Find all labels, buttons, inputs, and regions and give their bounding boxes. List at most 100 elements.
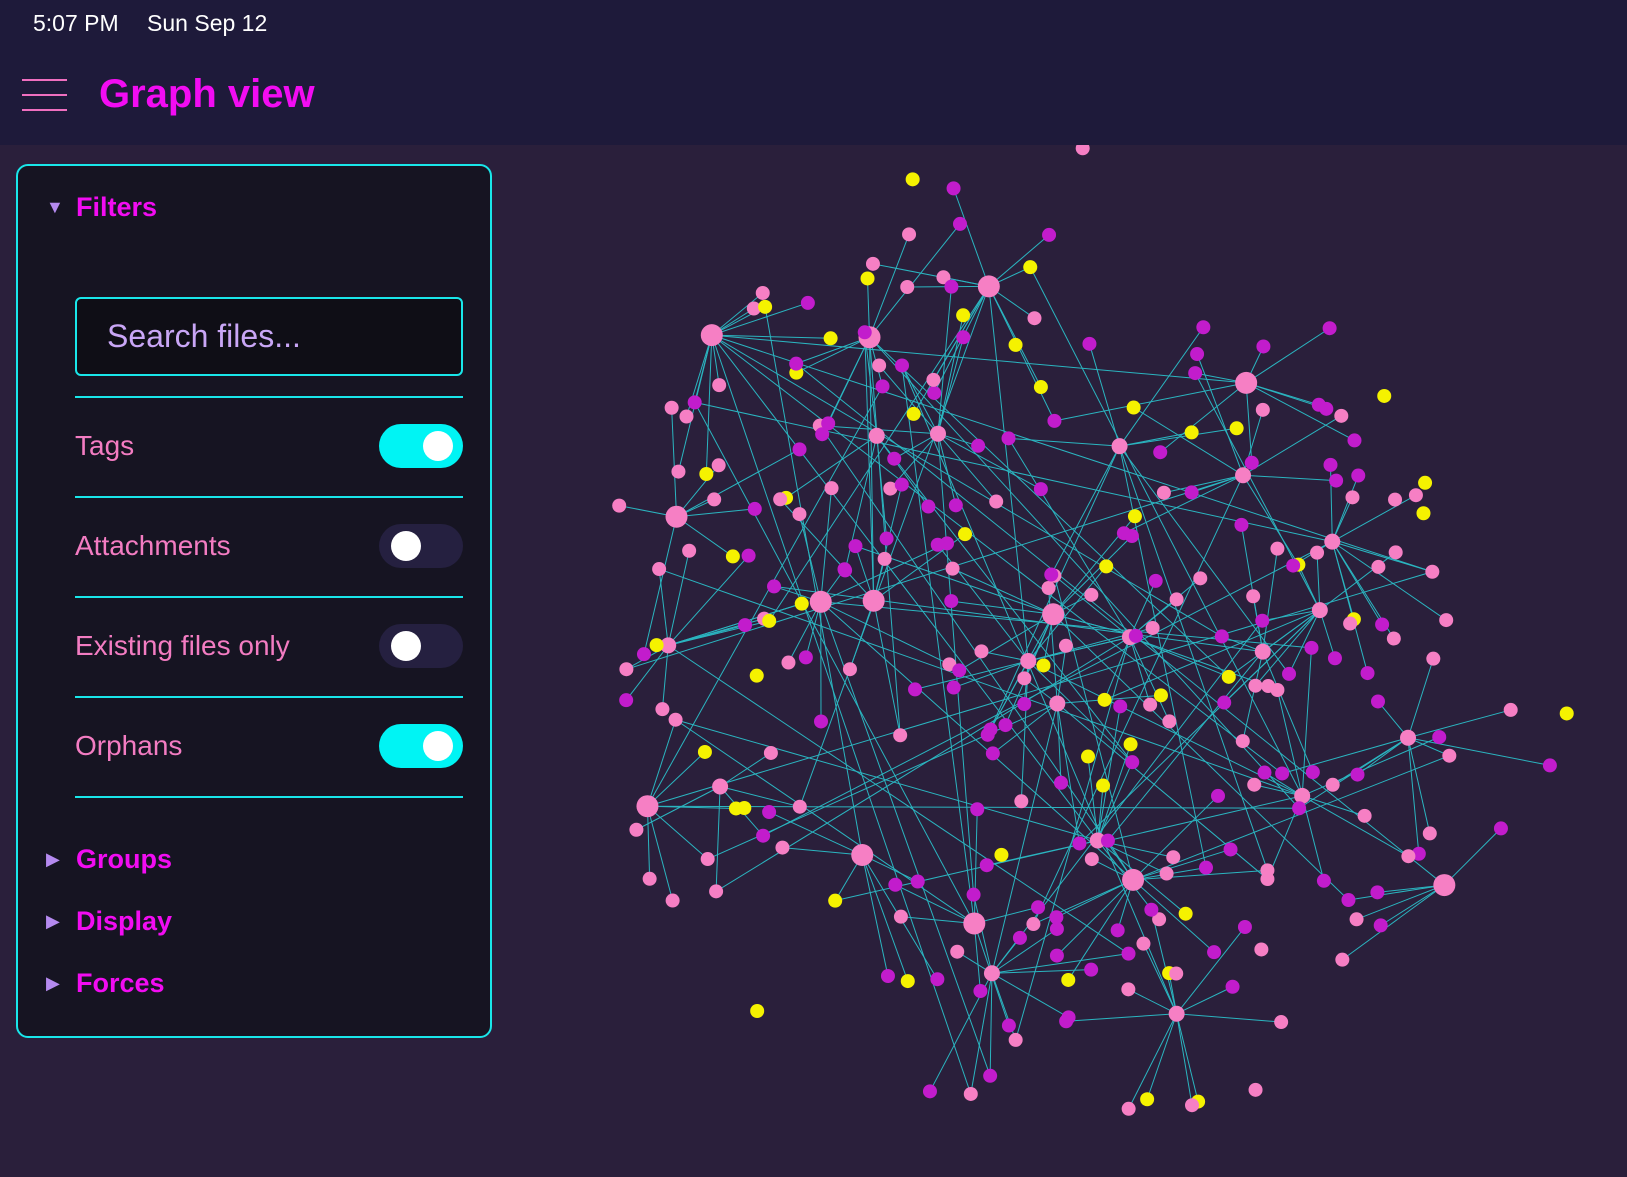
graph-node[interactable]	[1153, 688, 1168, 703]
graph-node[interactable]	[1020, 652, 1037, 669]
graph-node[interactable]	[1225, 979, 1240, 994]
graph-node[interactable]	[888, 877, 903, 892]
graph-node[interactable]	[922, 1084, 937, 1099]
graph-node[interactable]	[1325, 777, 1340, 792]
graph-node[interactable]	[798, 650, 813, 665]
graph-node[interactable]	[1159, 866, 1174, 881]
graph-node[interactable]	[1126, 400, 1141, 415]
graph-node[interactable]	[636, 795, 659, 818]
graph-node[interactable]	[756, 828, 771, 843]
graph-node[interactable]	[755, 285, 770, 300]
graph-node[interactable]	[1001, 1018, 1016, 1033]
graph-node[interactable]	[974, 644, 989, 659]
graph-node[interactable]	[1373, 918, 1388, 933]
graph-node[interactable]	[792, 799, 807, 814]
graph-node[interactable]	[1426, 651, 1441, 666]
graph-node[interactable]	[1127, 509, 1142, 524]
graph-node[interactable]	[1418, 475, 1433, 490]
graph-node[interactable]	[1294, 787, 1311, 804]
graph-node[interactable]	[1184, 485, 1199, 500]
graph-node[interactable]	[1140, 1092, 1155, 1107]
graph-node[interactable]	[1166, 850, 1181, 865]
graph-node[interactable]	[894, 477, 909, 492]
graph-node[interactable]	[895, 358, 910, 373]
graph-node[interactable]	[1042, 227, 1057, 242]
graph-node[interactable]	[1027, 311, 1042, 326]
graph-node[interactable]	[1493, 821, 1508, 836]
graph-node[interactable]	[1274, 1015, 1289, 1030]
graph-node[interactable]	[1305, 765, 1320, 780]
forces-section-header[interactable]: ▶ Forces	[46, 968, 165, 999]
graph-node[interactable]	[926, 372, 941, 387]
graph-node[interactable]	[1255, 402, 1270, 417]
graph-node[interactable]	[1162, 714, 1177, 729]
graph-node[interactable]	[872, 358, 887, 373]
graph-node[interactable]	[1310, 545, 1325, 560]
graph-node[interactable]	[865, 256, 880, 271]
graph-node[interactable]	[1388, 545, 1403, 560]
graph-node[interactable]	[1229, 421, 1244, 436]
graph-node[interactable]	[1084, 962, 1099, 977]
graph-node[interactable]	[1370, 885, 1385, 900]
graph-node[interactable]	[1001, 431, 1016, 446]
graph-node[interactable]	[930, 537, 945, 552]
graph-node[interactable]	[1334, 408, 1349, 423]
graph-node[interactable]	[697, 744, 712, 759]
graph-node[interactable]	[629, 822, 644, 837]
graph-node[interactable]	[1014, 794, 1029, 809]
graph-node[interactable]	[1053, 775, 1068, 790]
graph-node[interactable]	[699, 466, 714, 481]
graph-node[interactable]	[1335, 952, 1350, 967]
graph-node[interactable]	[1235, 734, 1250, 749]
graph-node[interactable]	[1316, 873, 1331, 888]
graph-node[interactable]	[655, 702, 670, 717]
graph-node[interactable]	[1169, 592, 1184, 607]
graph-node[interactable]	[1075, 145, 1090, 156]
graph-node[interactable]	[824, 481, 839, 496]
search-files-input[interactable]	[75, 297, 463, 376]
graph-node[interactable]	[828, 893, 843, 908]
graph-node[interactable]	[767, 579, 782, 594]
graph-node[interactable]	[1349, 912, 1364, 927]
graph-node[interactable]	[738, 618, 753, 633]
graph-node[interactable]	[1099, 559, 1114, 574]
graph-node[interactable]	[1116, 526, 1131, 541]
graph-node[interactable]	[971, 438, 986, 453]
graph-node[interactable]	[712, 378, 727, 393]
graph-node[interactable]	[983, 722, 998, 737]
graph-node[interactable]	[652, 562, 667, 577]
graph-node[interactable]	[1386, 631, 1401, 646]
graph-node[interactable]	[1371, 559, 1386, 574]
graph-node[interactable]	[668, 712, 683, 727]
graph-node[interactable]	[956, 308, 971, 323]
graph-node[interactable]	[1237, 920, 1252, 935]
graph-node[interactable]	[1061, 972, 1076, 987]
graph-node[interactable]	[977, 275, 1000, 298]
graph-node[interactable]	[763, 745, 778, 760]
groups-section-header[interactable]: ▶ Groups	[46, 844, 172, 875]
graph-node[interactable]	[707, 492, 722, 507]
graph-node[interactable]	[1168, 1005, 1185, 1022]
graph-node[interactable]	[862, 589, 885, 612]
graph-node[interactable]	[711, 458, 726, 473]
graph-node[interactable]	[1049, 948, 1064, 963]
graph-node[interactable]	[1292, 801, 1307, 816]
graph-node[interactable]	[908, 682, 923, 697]
display-section-header[interactable]: ▶ Display	[46, 906, 172, 937]
graph-node[interactable]	[966, 887, 981, 902]
graph-node[interactable]	[946, 181, 961, 196]
graph-node[interactable]	[821, 416, 836, 431]
graph-node[interactable]	[1049, 695, 1066, 712]
graph-node[interactable]	[958, 527, 973, 542]
graph-node[interactable]	[1097, 692, 1112, 707]
graph-node[interactable]	[1345, 490, 1360, 505]
graph-node[interactable]	[665, 505, 688, 528]
graph-node[interactable]	[1357, 808, 1372, 823]
graph-node[interactable]	[837, 562, 852, 577]
filters-section-header[interactable]: ▼ Filters	[46, 192, 157, 223]
graph-node[interactable]	[1217, 695, 1232, 710]
graph-node[interactable]	[1246, 589, 1261, 604]
graph-node[interactable]	[1400, 729, 1417, 746]
graph-node[interactable]	[929, 425, 946, 442]
graph-node[interactable]	[750, 1004, 765, 1019]
